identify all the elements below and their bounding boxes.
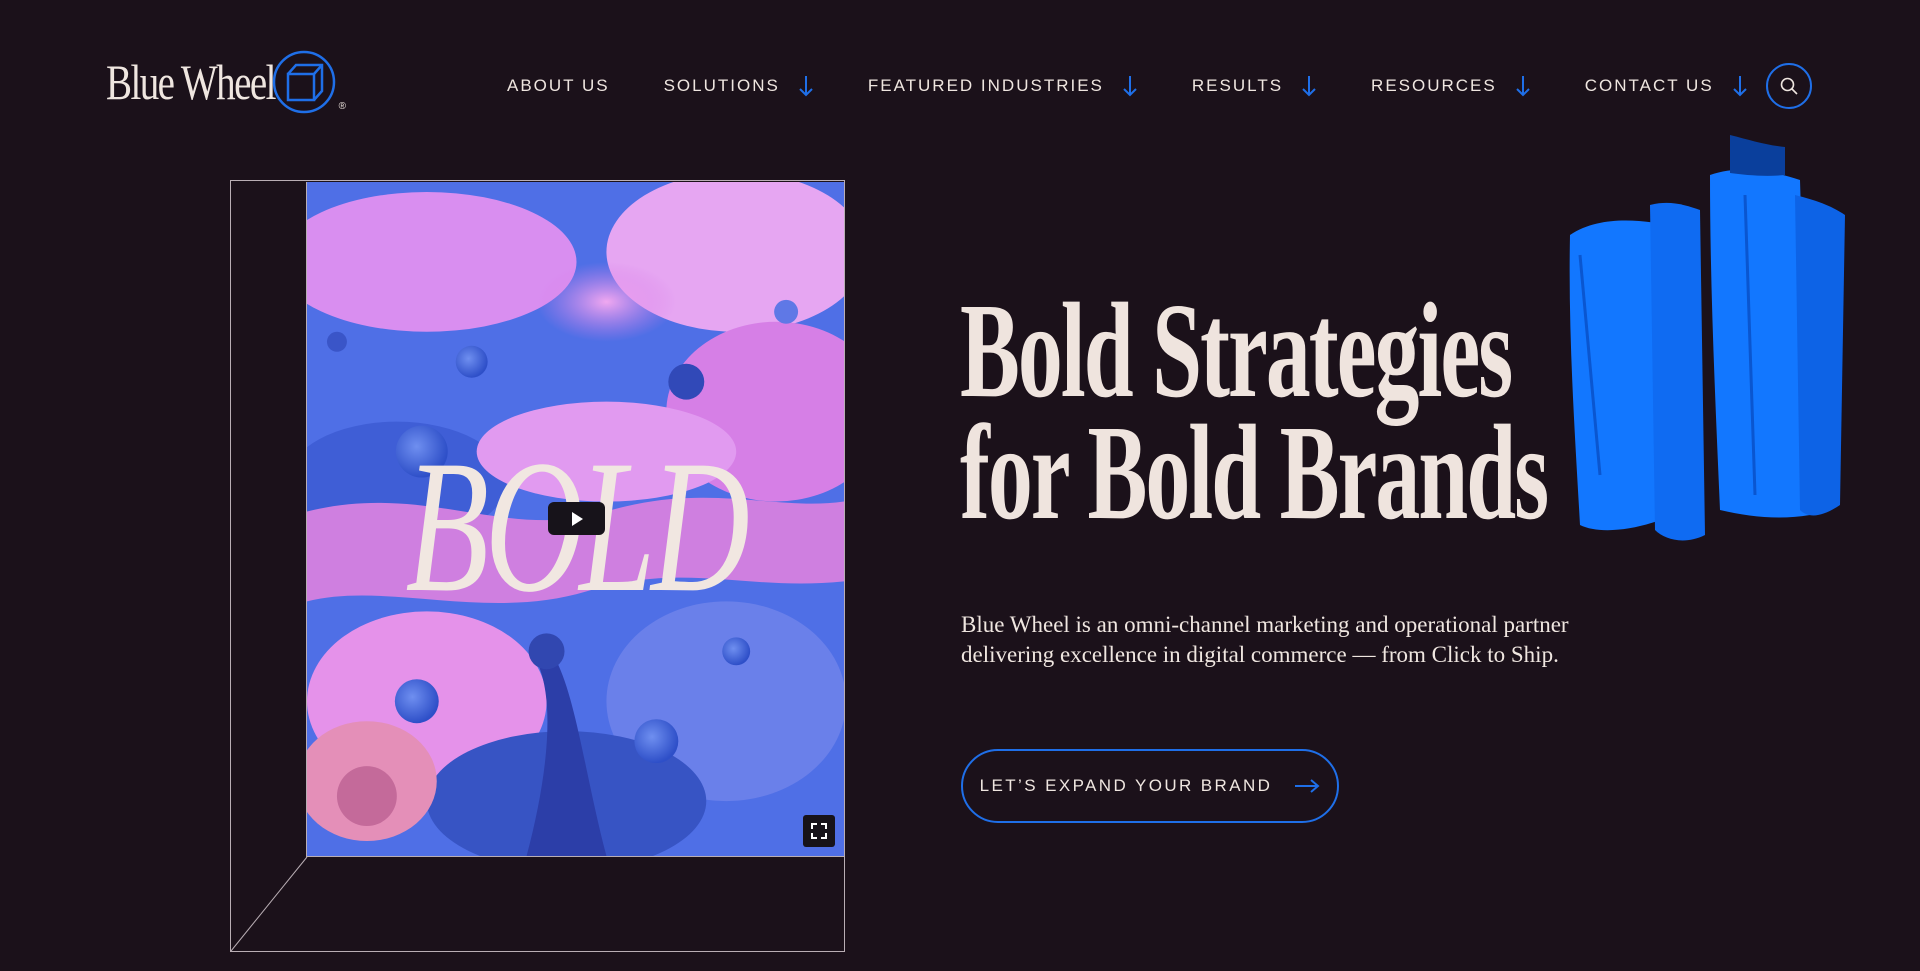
arrow-down-icon [1732,76,1747,97]
nav-featured-industries[interactable]: FEATURED INDUSTRIES [868,74,1138,98]
nav-about-us[interactable]: ABOUT US [507,76,610,96]
registered-mark: ® [338,101,346,112]
play-icon [571,511,583,526]
arrow-down-icon [799,76,813,97]
arrow-right-icon [1295,779,1320,793]
nav-label: SOLUTIONS [663,76,780,95]
arrow-down-icon [1516,76,1530,97]
fullscreen-icon [811,823,827,839]
nav-label: RESULTS [1191,76,1284,95]
hero-title-line-1: Bold Strategies [960,276,1513,426]
nav-contact-us[interactable]: CONTACT US [1585,74,1748,98]
main-nav: ABOUT US SOLUTIONS FEATURED INDUSTRIES R… [507,74,1748,98]
logo[interactable]: Blue Wheel ® [106,48,346,116]
logo-wordmark: Blue Wheel [106,54,276,110]
hero-video[interactable]: BOLD [306,182,844,857]
fullscreen-button[interactable] [803,815,835,847]
nav-label: ABOUT US [507,76,610,95]
hero-description: Blue Wheel is an omni-channel marketing … [961,612,1569,667]
nav-solutions[interactable]: SOLUTIONS [664,74,814,98]
nav-resources[interactable]: RESOURCES [1371,74,1531,98]
play-button[interactable] [548,502,605,535]
nav-label: CONTACT US [1584,76,1714,95]
search-button[interactable] [1766,63,1812,109]
page: Blue Wheel ® ABOUT US SOLUTIONS FEATURED… [0,0,1920,971]
logo-cube-icon: ® [270,48,346,116]
search-icon [1780,77,1798,95]
nav-label: FEATURED INDUSTRIES [867,76,1104,95]
arrow-down-icon [1123,76,1137,97]
hero-title: Bold Strategies for Bold Brands [960,276,1549,548]
arrow-down-icon [1302,76,1316,97]
blue-brush-stroke-graphic [1569,135,1845,541]
nav-label: RESOURCES [1371,76,1497,95]
hero-title-line-2: for Bold Brands [960,398,1549,548]
nav-results[interactable]: RESULTS [1192,74,1317,98]
expand-brand-button[interactable]: LET’S EXPAND YOUR BRAND [961,749,1339,823]
cta-label: LET’S EXPAND YOUR BRAND [979,776,1273,795]
